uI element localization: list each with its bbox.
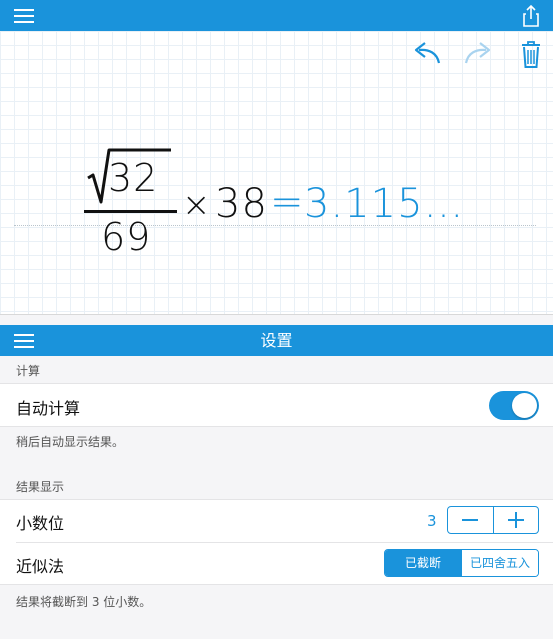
multiplier: 38 xyxy=(215,181,268,227)
result-display-group: 小数位 3 近似法 已截断 已四舍五入 xyxy=(0,499,553,585)
settings-header: 设置 xyxy=(0,325,553,356)
approx-segmented-control: 已截断 已四舍五入 xyxy=(384,549,539,577)
approx-option-truncate[interactable]: 已截断 xyxy=(385,550,461,576)
decimals-label: 小数位 xyxy=(16,514,65,533)
app-header xyxy=(0,0,553,31)
math-canvas[interactable]: 32 69 × 38 = 3.115… xyxy=(0,31,553,314)
row-divider xyxy=(16,542,553,543)
result-value[interactable]: 3.115… xyxy=(304,181,465,227)
decimals-value: 3 xyxy=(427,512,437,530)
auto-calc-label: 自动计算 xyxy=(16,399,81,418)
equals-sign: = xyxy=(270,179,304,225)
times-sign: × xyxy=(182,185,211,225)
settings-title: 设置 xyxy=(260,331,293,350)
settings-panel: 设置 计算 自动计算 稍后自动显示结果。 结果显示 小数位 3 近似法 已截断 … xyxy=(0,314,553,639)
approx-label: 近似法 xyxy=(16,557,65,576)
auto-calc-toggle[interactable] xyxy=(489,391,539,420)
undo-icon[interactable] xyxy=(409,39,443,69)
section-header-result-display: 结果显示 xyxy=(16,480,65,494)
approx-option-round[interactable]: 已四舍五入 xyxy=(461,550,538,576)
share-icon[interactable] xyxy=(519,4,543,28)
auto-calc-row: 自动计算 xyxy=(0,383,553,427)
redo-icon[interactable] xyxy=(462,39,496,69)
fraction-bar xyxy=(84,210,177,213)
increment-button[interactable] xyxy=(492,507,539,533)
numerator: 32 xyxy=(108,156,159,200)
auto-calc-note: 稍后自动显示结果。 xyxy=(16,435,125,449)
denominator: 69 xyxy=(101,215,152,259)
decrement-button[interactable] xyxy=(448,507,493,533)
section-header-calculation: 计算 xyxy=(16,364,41,378)
hamburger-menu-icon[interactable] xyxy=(12,6,36,26)
approx-note: 结果将截断到 3 位小数。 xyxy=(16,595,152,609)
decimals-stepper xyxy=(447,506,539,534)
hamburger-menu-icon[interactable] xyxy=(12,331,36,351)
trash-icon[interactable] xyxy=(514,39,548,69)
toggle-knob xyxy=(512,393,537,418)
